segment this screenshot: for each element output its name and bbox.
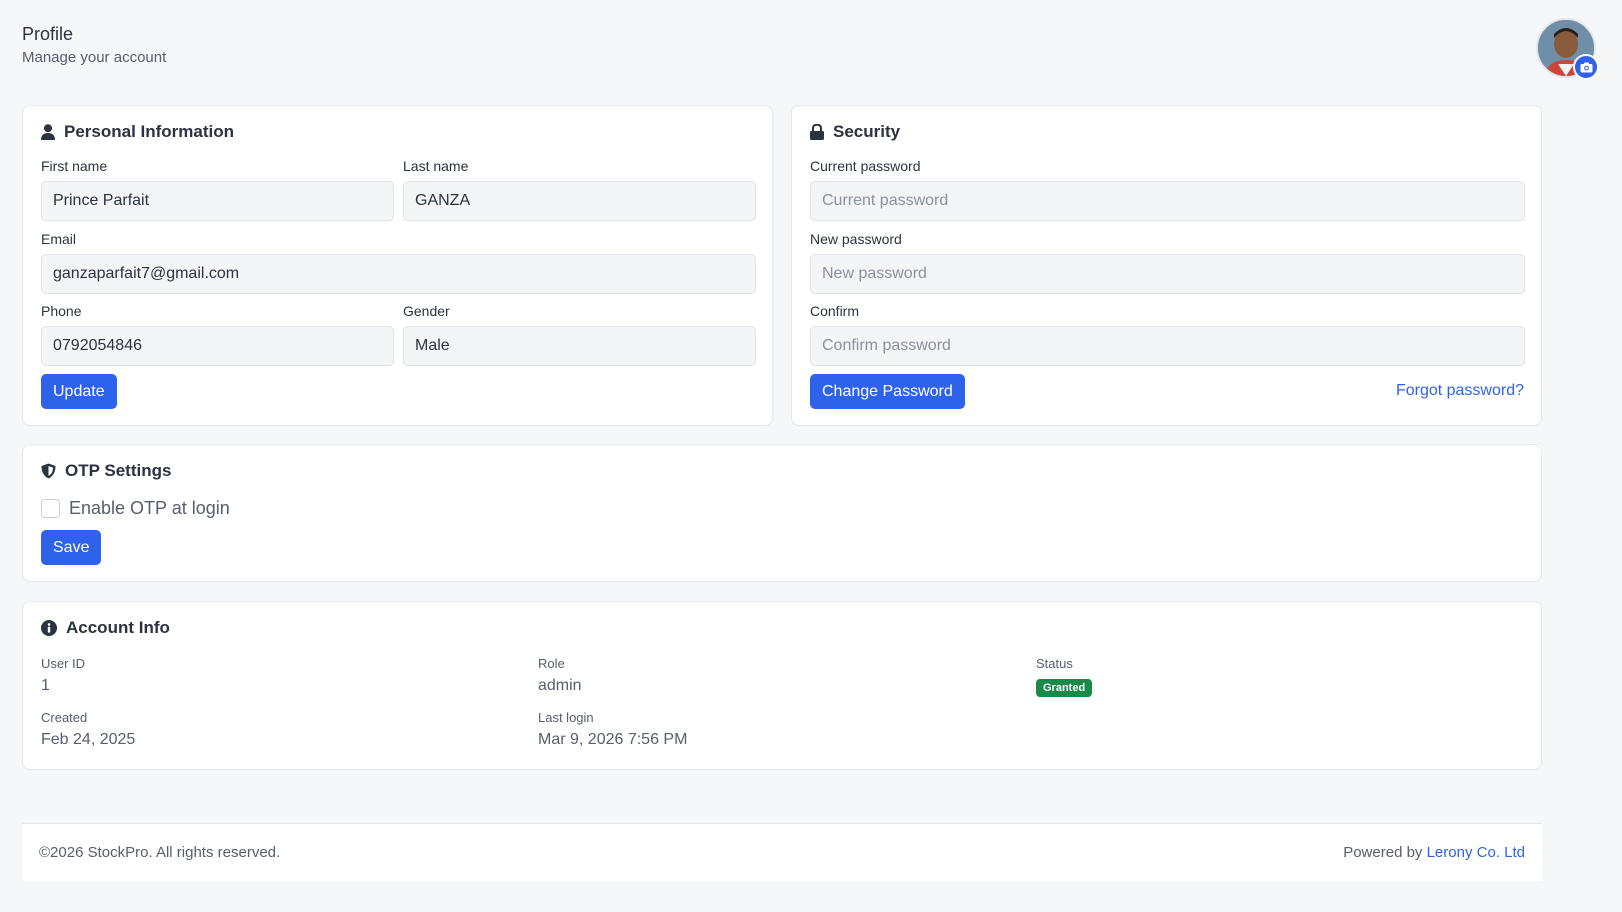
footer: ©2026 StockPro. All rights reserved. Pow… — [22, 823, 1542, 881]
last-login-label: Last login — [538, 710, 594, 725]
change-password-button[interactable]: Change Password — [810, 374, 965, 409]
footer-powered-by: Powered by Lerony Co. Ltd — [1343, 844, 1525, 861]
new-password-label: New password — [810, 231, 902, 247]
lock-icon — [810, 124, 824, 140]
user-icon — [41, 124, 55, 140]
user-id-label: User ID — [41, 656, 86, 671]
email-label: Email — [41, 231, 77, 247]
update-button[interactable]: Update — [41, 374, 117, 409]
role-value: admin — [538, 677, 582, 694]
powered-by-link[interactable]: Lerony Co. Ltd — [1427, 844, 1525, 861]
enable-otp-label[interactable]: Enable OTP at login — [69, 498, 230, 519]
profile-page: Profile Manage your account Personal Inf… — [0, 0, 1622, 912]
powered-by-text: Powered by — [1343, 844, 1427, 861]
personal-information-title: Personal Information — [41, 122, 234, 142]
created-label: Created — [41, 710, 88, 725]
footer-copyright: ©2026 StockPro. All rights reserved. — [39, 844, 281, 861]
last-name-input[interactable] — [403, 181, 756, 221]
confirm-password-label: Confirm — [810, 303, 860, 319]
otp-settings-title: OTP Settings — [41, 461, 171, 481]
security-card: Security Current password New password C… — [791, 105, 1542, 426]
confirm-password-input[interactable] — [810, 326, 1525, 366]
personal-information-card: Personal Information First name Last nam… — [22, 105, 773, 426]
page-title: Profile — [22, 24, 74, 44]
otp-settings-card: OTP Settings Enable OTP at login Save — [22, 444, 1542, 582]
shield-icon — [41, 463, 56, 479]
role-label: Role — [538, 656, 565, 671]
info-icon — [41, 620, 57, 636]
status-badge: Granted — [1036, 679, 1093, 697]
first-name-label: First name — [41, 158, 108, 174]
camera-icon — [1580, 62, 1592, 72]
gender-label: Gender — [403, 303, 450, 319]
forgot-password-link[interactable]: Forgot password? — [1396, 382, 1524, 400]
otp-settings-heading: OTP Settings — [65, 461, 172, 480]
account-info-heading: Account Info — [66, 618, 170, 637]
page-subtitle: Manage your account — [22, 49, 167, 66]
account-info-card: Account Info User ID 1 Role admin Status… — [22, 601, 1542, 770]
new-password-input[interactable] — [810, 254, 1525, 294]
page-header: Profile Manage your account — [22, 22, 166, 66]
current-password-label: Current password — [810, 158, 921, 174]
security-heading: Security — [833, 122, 901, 141]
created-value: Feb 24, 2025 — [41, 731, 136, 748]
gender-select[interactable] — [403, 326, 756, 366]
status-label: Status — [1036, 656, 1073, 671]
current-password-input[interactable] — [810, 181, 1525, 221]
save-otp-button[interactable]: Save — [41, 530, 102, 565]
security-title: Security — [810, 122, 900, 142]
last-login-value: Mar 9, 2026 7:56 PM — [538, 731, 688, 748]
email-input[interactable] — [41, 254, 756, 294]
first-name-input[interactable] — [41, 181, 394, 221]
account-info-title: Account Info — [41, 618, 170, 638]
personal-information-heading: Personal Information — [64, 122, 235, 141]
enable-otp-checkbox[interactable] — [41, 499, 60, 518]
phone-input[interactable] — [41, 326, 394, 366]
change-photo-button[interactable] — [1573, 54, 1599, 80]
user-id-value: 1 — [41, 677, 50, 694]
last-name-label: Last name — [403, 158, 469, 174]
phone-label: Phone — [41, 303, 82, 319]
avatar-container — [1536, 18, 1599, 80]
